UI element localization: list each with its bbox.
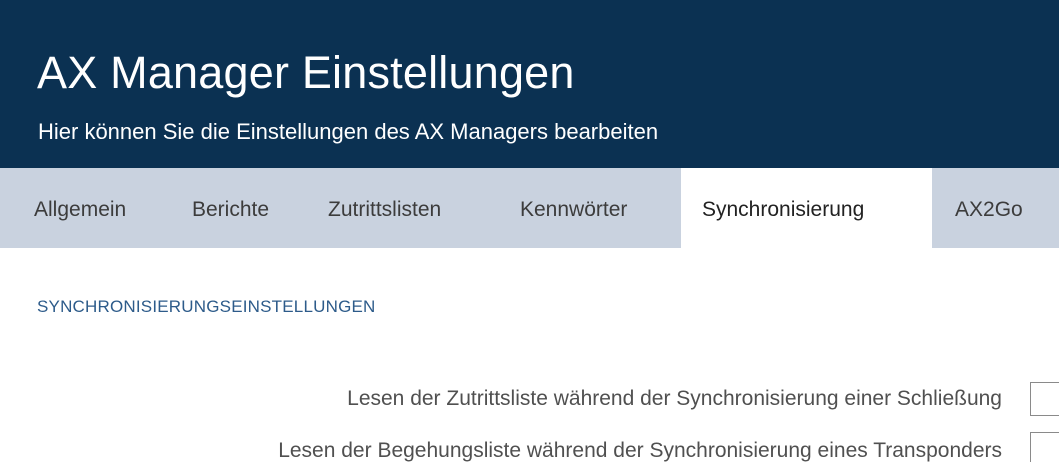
tab-kennwoerter[interactable]: Kennwörter [520,168,670,248]
checkbox-zutrittsliste[interactable] [1030,382,1059,416]
tab-ax2go[interactable]: AX2Go [955,168,1045,248]
tab-berichte[interactable]: Berichte [192,168,312,248]
page-header: AX Manager Einstellungen Hier können Sie… [0,0,1059,168]
tab-allgemein[interactable]: Allgemein [0,168,165,248]
checkbox-begehungsliste[interactable] [1030,432,1059,462]
setting-label-zutrittsliste: Lesen der Zutrittsliste während der Sync… [347,387,1002,410]
page-subtitle: Hier können Sie die Einstellungen des AX… [38,119,659,144]
setting-label-begehungsliste: Lesen der Begehungsliste während der Syn… [278,439,1002,462]
tab-synchronisierung[interactable]: Synchronisierung [681,168,932,248]
tab-bar: Allgemein Berichte Zutrittslisten Kennwö… [0,168,1059,248]
tab-zutrittslisten[interactable]: Zutrittslisten [328,168,508,248]
section-heading: SYNCHRONISIERUNGSEINSTELLUNGEN [37,297,376,316]
settings-page: AX Manager Einstellungen Hier können Sie… [0,0,1059,462]
page-title: AX Manager Einstellungen [37,47,575,98]
